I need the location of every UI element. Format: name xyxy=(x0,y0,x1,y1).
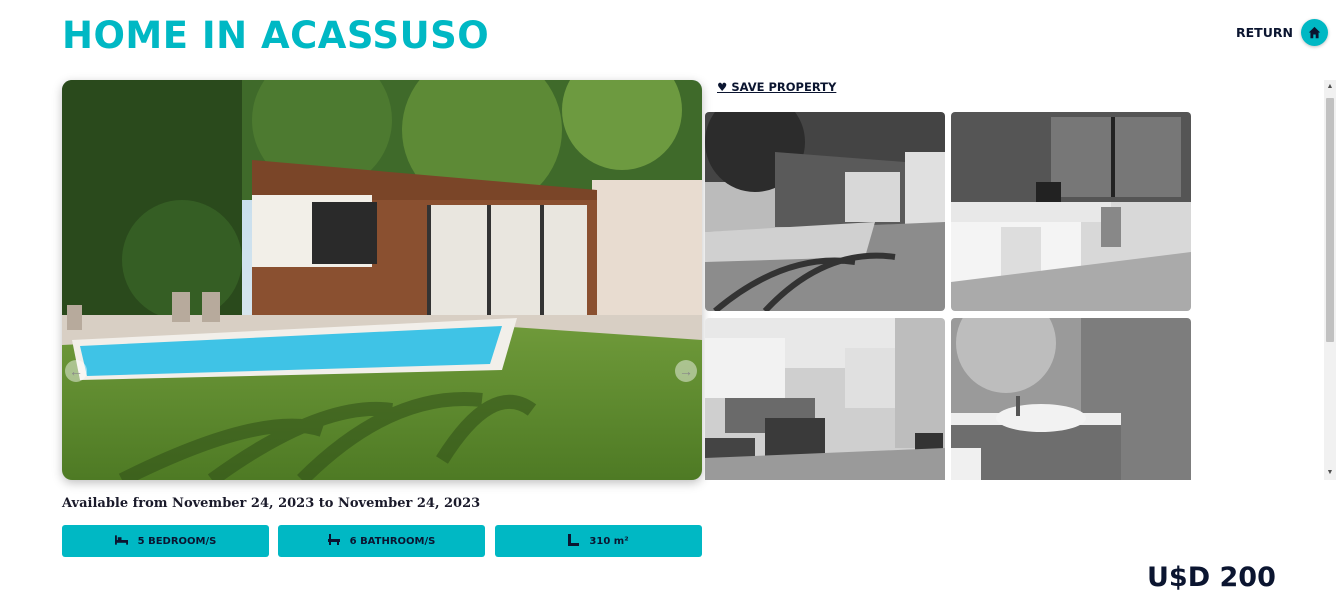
save-property-link[interactable]: ♥ SAVE PROPERTY xyxy=(717,80,836,94)
thumbnail-bathroom[interactable] xyxy=(951,318,1191,480)
area-icon xyxy=(568,533,580,549)
feature-bathrooms: 6 BATHROOM/S xyxy=(278,525,485,557)
return-label: RETURN xyxy=(1236,24,1293,40)
main-property-photo[interactable] xyxy=(62,80,702,480)
arrow-right-icon[interactable]: → xyxy=(675,360,697,382)
scroll-thumb[interactable] xyxy=(1326,98,1334,342)
availability-text: Available from November 24, 2023 to Nove… xyxy=(62,496,481,511)
home-icon xyxy=(1300,18,1328,46)
feature-bathrooms-label: 6 BATHROOM/S xyxy=(349,535,436,547)
scrollbar[interactable]: ▲ ▼ xyxy=(1324,80,1336,480)
scroll-up-icon[interactable]: ▲ xyxy=(1326,82,1334,92)
feature-bedrooms: 5 BEDROOM/S xyxy=(62,525,269,557)
feature-area-label: 310 m² xyxy=(589,535,629,547)
thumbnail-exterior[interactable] xyxy=(705,112,945,311)
thumbnail-office[interactable] xyxy=(951,112,1191,311)
arrow-left-icon[interactable]: ← xyxy=(65,360,87,382)
thumbnail-living-room[interactable] xyxy=(705,318,945,480)
bath-icon xyxy=(327,534,340,548)
return-button[interactable]: RETURN xyxy=(1236,18,1328,46)
scroll-down-icon[interactable]: ▼ xyxy=(1326,468,1334,478)
price: U$D 200 xyxy=(1147,562,1276,593)
bed-icon xyxy=(114,534,128,548)
page-title: HOME IN ACASSUSO xyxy=(62,14,490,57)
feature-area: 310 m² xyxy=(495,525,702,557)
feature-bedrooms-label: 5 BEDROOM/S xyxy=(137,535,217,547)
